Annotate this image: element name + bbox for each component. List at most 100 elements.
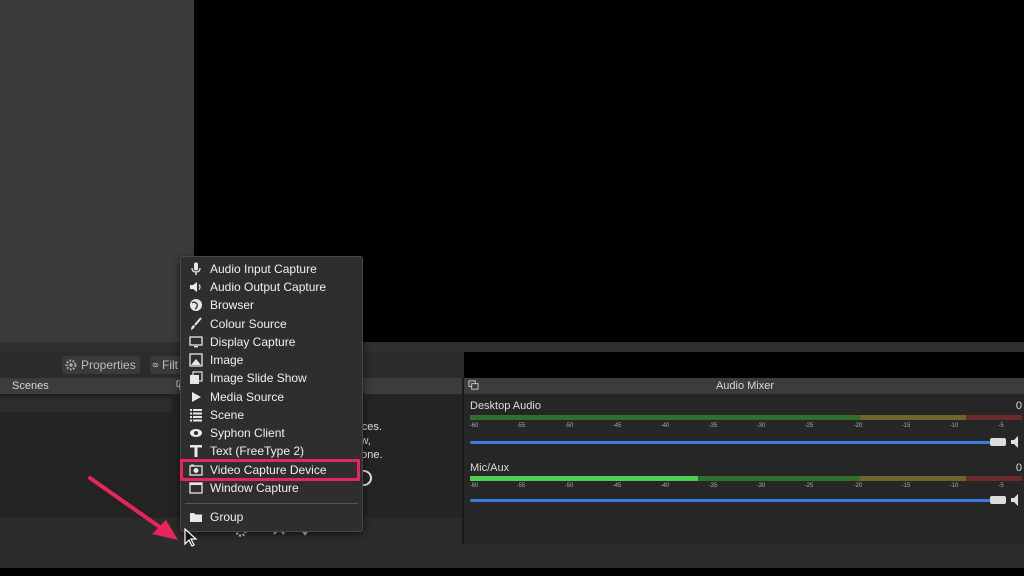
tick-label: -60 xyxy=(469,423,479,429)
microphone-icon xyxy=(191,262,201,275)
scenes-title: Scenes xyxy=(0,378,172,394)
speaker-icon xyxy=(190,282,201,292)
menu-item-browser[interactable]: Browser xyxy=(181,296,362,314)
tick-label: -20 xyxy=(853,423,863,429)
menu-item-label: Display Capture xyxy=(210,335,296,349)
speaker-icon[interactable] xyxy=(1010,493,1024,507)
menu-item-image-slide-show[interactable]: Image Slide Show xyxy=(181,369,362,387)
filter-icon xyxy=(152,362,159,368)
fader-handle[interactable] xyxy=(990,438,1006,446)
menu-item-display-capture[interactable]: Display Capture xyxy=(181,333,362,351)
meter-green-active xyxy=(470,476,698,481)
tick-label: -35 xyxy=(708,423,718,429)
scene-item-selected[interactable] xyxy=(0,398,172,412)
speaker-icon[interactable] xyxy=(1010,435,1024,449)
tick-label: -10 xyxy=(949,423,959,429)
monitor-icon xyxy=(189,336,203,348)
tick-label: -50 xyxy=(564,483,574,489)
fader-handle[interactable] xyxy=(990,496,1006,504)
tick-label: -30 xyxy=(756,483,766,489)
properties-label: Properties xyxy=(81,358,136,372)
meter-ticks: -60 -55 -50 -45 -40 -35 -30 -25 -20 -15 … xyxy=(470,483,1010,493)
filters-button[interactable]: Filt xyxy=(150,356,182,374)
menu-item-image[interactable]: Image xyxy=(181,351,362,369)
menu-item-label: Syphon Client xyxy=(210,426,285,440)
tick-label: -5 xyxy=(998,423,1004,429)
menu-item-text-freetype2[interactable]: Text (FreeType 2) xyxy=(181,442,362,460)
scene-area-left xyxy=(0,0,194,345)
image-icon xyxy=(189,353,203,367)
window-icon xyxy=(189,482,203,494)
channel-db: 0 xyxy=(1015,400,1022,412)
meter-red xyxy=(966,476,1022,481)
slideshow-icon xyxy=(190,371,203,384)
gear-icon xyxy=(65,359,77,371)
tick-label: -5 xyxy=(998,483,1004,489)
tick-label: -40 xyxy=(660,423,670,429)
channel-name: Mic/Aux xyxy=(470,462,510,474)
audio-mixer-title: Audio Mixer xyxy=(715,380,775,392)
menu-item-scene[interactable]: Scene xyxy=(181,406,362,424)
menu-item-label: Audio Output Capture xyxy=(210,280,327,294)
globe-icon xyxy=(190,299,202,311)
menu-item-media-source[interactable]: Media Source xyxy=(181,388,362,406)
audio-mixer-panel: Audio Mixer Desktop Audio 0 -60 -55 -50 … xyxy=(462,378,1024,544)
tick-label: -25 xyxy=(804,423,814,429)
filters-label: Filt xyxy=(162,358,178,372)
menu-item-colour-source[interactable]: Colour Source xyxy=(181,315,362,333)
menu-item-label: Browser xyxy=(210,298,255,312)
tick-label: -10 xyxy=(949,483,959,489)
tick-label: -20 xyxy=(853,483,863,489)
menu-item-label: Colour Source xyxy=(210,317,287,331)
menu-item-label: Media Source xyxy=(210,390,285,404)
menu-item-audio-output-capture[interactable]: Audio Output Capture xyxy=(181,278,362,296)
menu-item-label: Window Capture xyxy=(210,481,299,495)
meter-ticks: -60 -55 -50 -45 -40 -35 -30 -25 -20 -15 … xyxy=(470,423,1010,433)
audio-mixer-header: Audio Mixer xyxy=(464,378,1024,394)
tick-label: -55 xyxy=(516,483,526,489)
syphon-icon xyxy=(190,429,202,437)
meter-yellow xyxy=(860,415,966,420)
tick-label: -50 xyxy=(564,423,574,429)
text-icon xyxy=(190,445,202,457)
undock-icon[interactable] xyxy=(468,380,479,391)
properties-button[interactable]: Properties xyxy=(62,356,140,374)
play-icon xyxy=(192,392,201,402)
menu-item-label: Image Slide Show xyxy=(210,371,307,385)
tick-label: -15 xyxy=(901,483,911,489)
mouse-cursor-icon xyxy=(184,528,198,547)
volume-meter xyxy=(470,476,1022,481)
menu-item-window-capture[interactable]: Window Capture xyxy=(181,479,362,497)
volume-meter xyxy=(470,415,1022,420)
brush-icon xyxy=(191,317,202,330)
tick-label: -25 xyxy=(804,483,814,489)
menu-separator xyxy=(185,503,358,504)
annotation-arrow-icon xyxy=(88,476,178,540)
tick-label: -35 xyxy=(708,483,718,489)
list-icon xyxy=(190,409,202,422)
meter-green xyxy=(698,476,860,481)
tick-label: -45 xyxy=(612,423,622,429)
bottom-edge xyxy=(0,568,1024,576)
tick-label: -55 xyxy=(516,423,526,429)
volume-fader[interactable] xyxy=(470,441,1000,444)
dock-divider[interactable] xyxy=(0,342,1024,352)
menu-item-syphon-client[interactable]: Syphon Client xyxy=(181,424,362,442)
volume-fader[interactable] xyxy=(470,499,1000,502)
menu-item-label: Image xyxy=(210,353,244,367)
tick-label: -40 xyxy=(660,483,670,489)
tick-label: -45 xyxy=(612,483,622,489)
menu-item-label: Audio Input Capture xyxy=(210,262,317,276)
highlight-annotation-box xyxy=(180,459,360,481)
tick-label: -30 xyxy=(756,423,766,429)
status-bar xyxy=(0,544,1024,568)
tick-label: -15 xyxy=(901,423,911,429)
menu-item-label: Scene xyxy=(210,408,245,422)
meter-green xyxy=(470,415,860,420)
meter-yellow xyxy=(860,476,966,481)
menu-item-audio-input-capture[interactable]: Audio Input Capture xyxy=(181,260,362,278)
tick-label: -60 xyxy=(469,483,479,489)
add-source-menu: Audio Input Capture Audio Output Capture… xyxy=(180,256,363,532)
menu-item-group[interactable]: Group xyxy=(181,508,362,526)
channel-name: Desktop Audio xyxy=(470,400,541,412)
